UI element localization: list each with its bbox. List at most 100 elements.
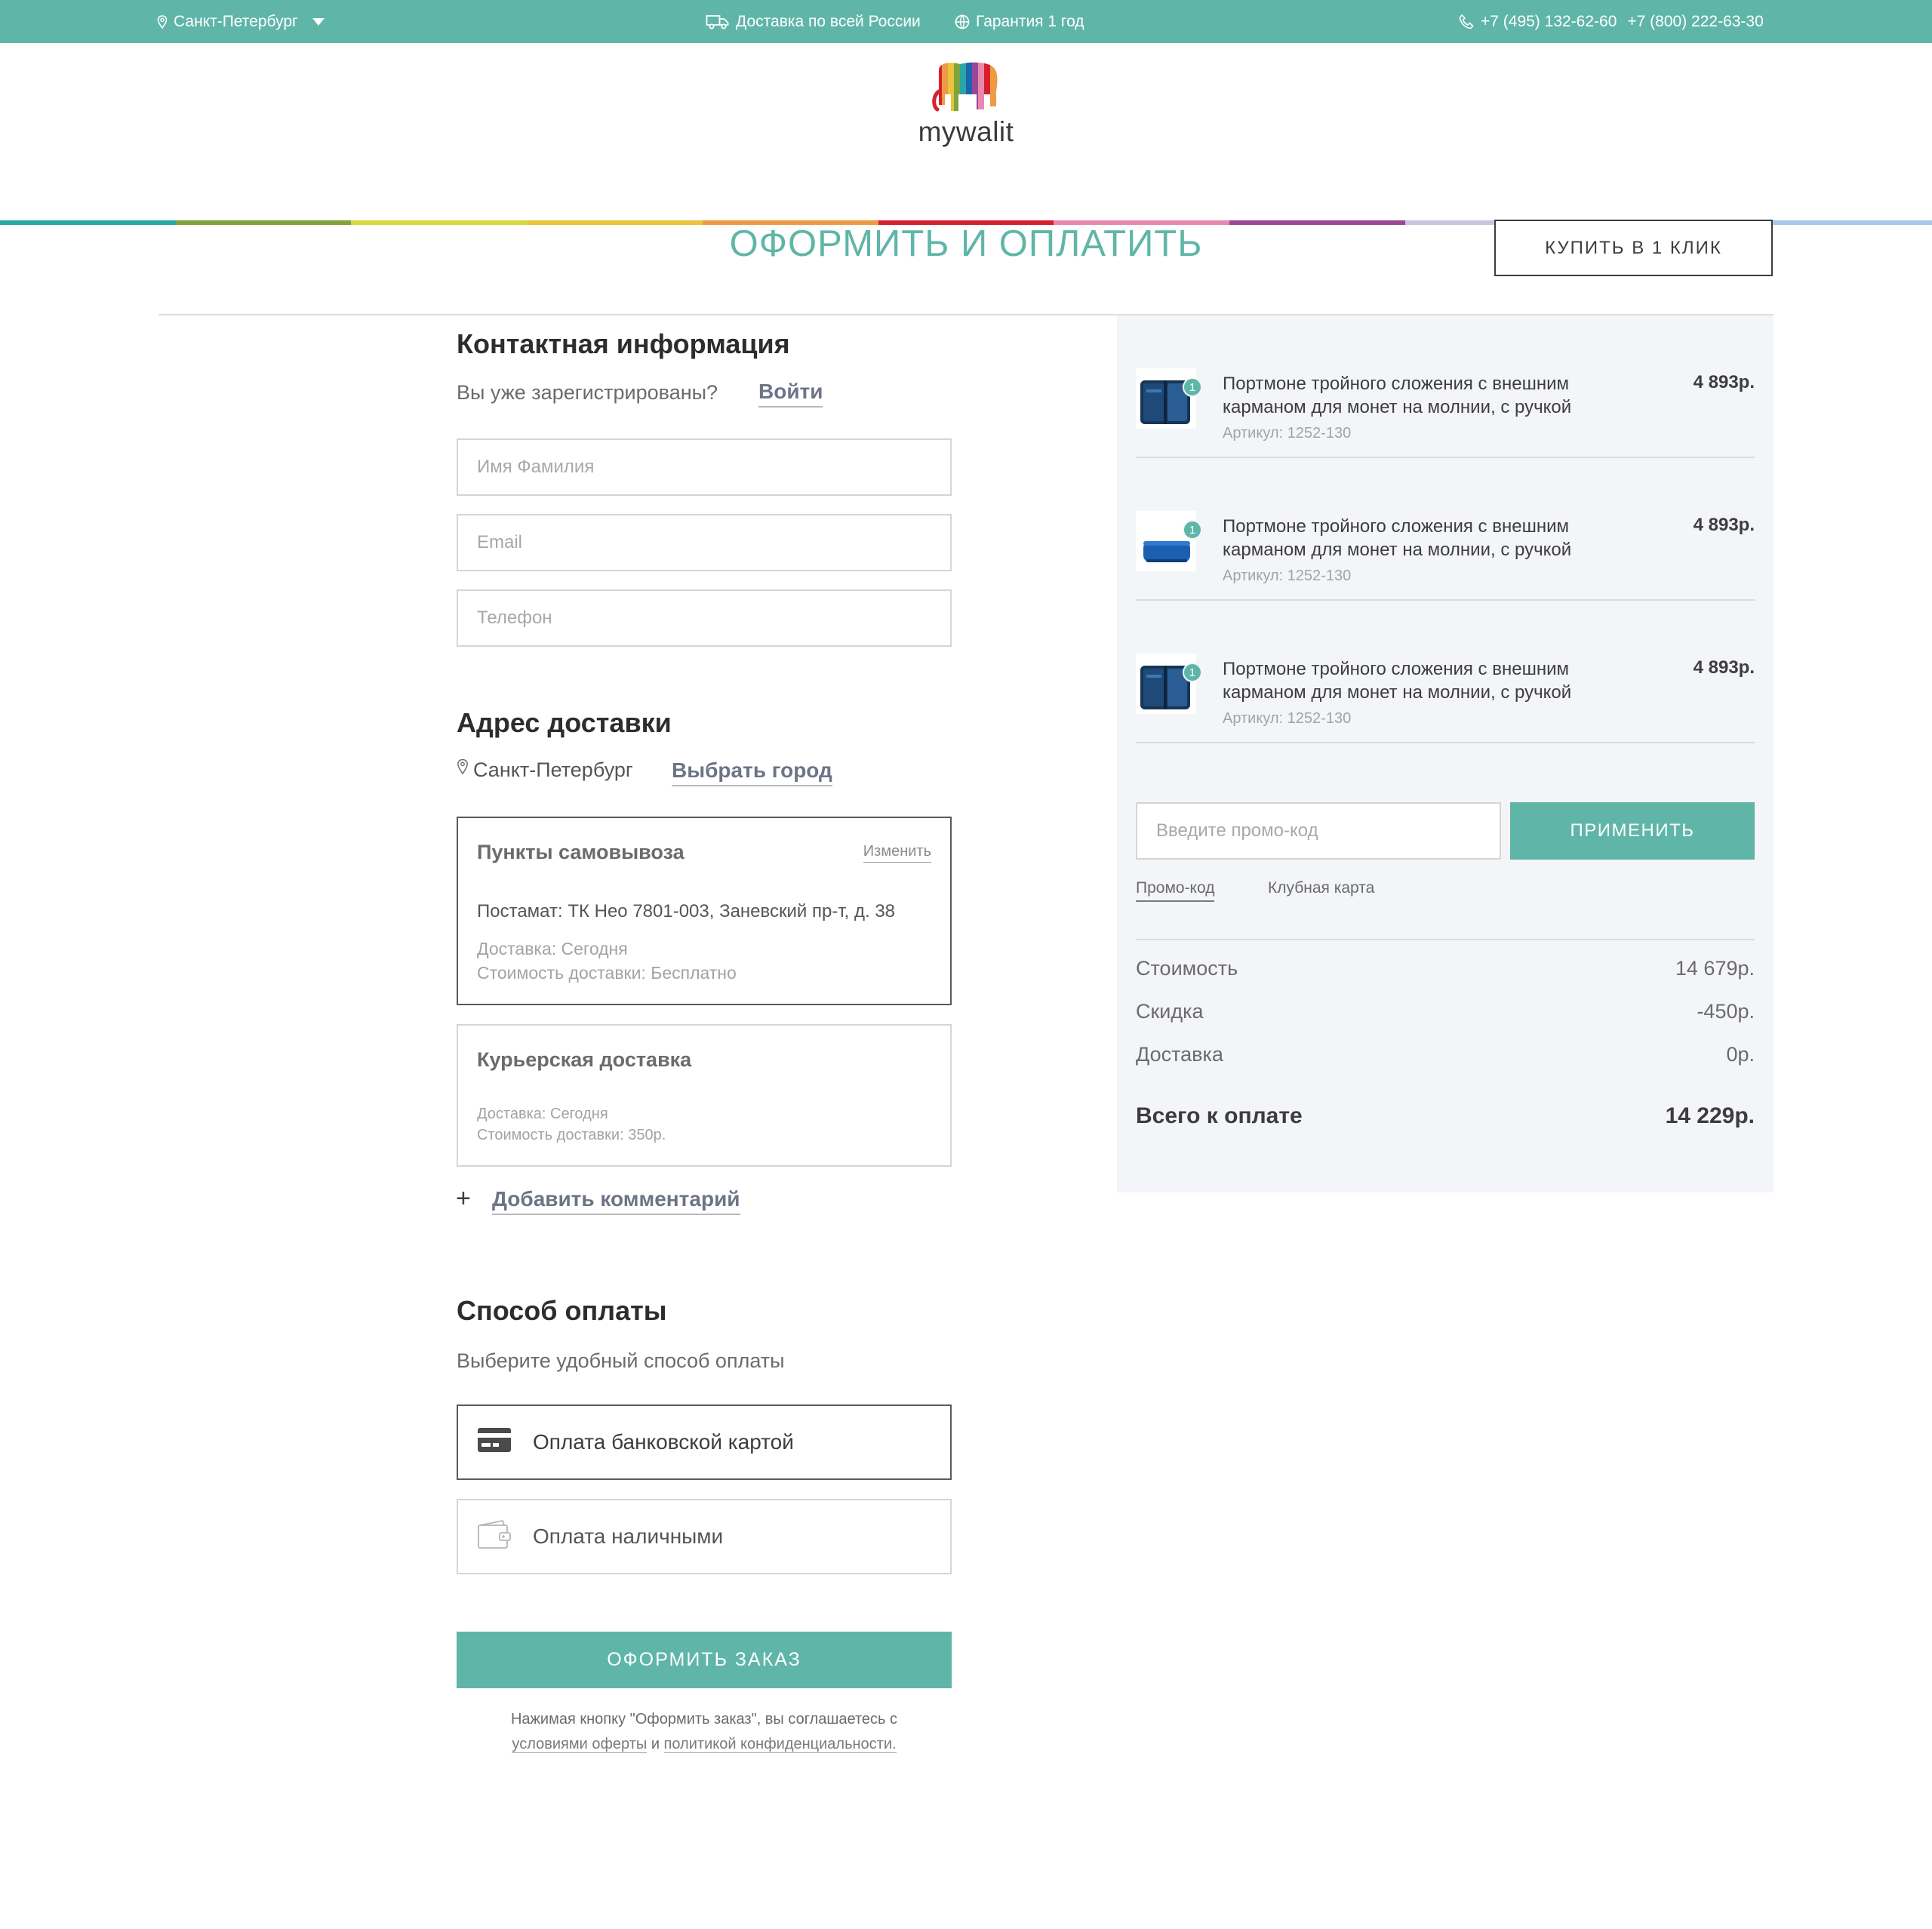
wallet-product-image[interactable]	[1136, 368, 1196, 429]
subtotal-label: Стоимость	[1136, 957, 1238, 980]
wallet-product-image[interactable]	[1136, 511, 1196, 571]
add-comment-link[interactable]: Добавить комментарий	[492, 1187, 740, 1215]
location-pin-icon	[457, 758, 469, 782]
name-placeholder: Имя Фамилия	[477, 457, 595, 477]
current-city-label: Санкт-Петербург	[473, 758, 633, 781]
product-name[interactable]: Портмоне тройного сложения с внешним кар…	[1223, 372, 1623, 419]
pickup-point: Постамат: ТК Нео 7801-003, Заневский пр-…	[477, 901, 896, 921]
legal-and: и	[651, 1736, 660, 1752]
courier-option[interactable]: Курьерская доставка Доставка: Сегодня Ст…	[457, 1024, 952, 1167]
summary-divider	[1136, 939, 1755, 940]
credit-card-icon	[477, 1426, 512, 1459]
top-bar: Санкт-Петербург Доставка по всей России …	[0, 0, 1932, 43]
tab-promo-code[interactable]: Промо-код	[1136, 879, 1215, 902]
discount-label: Скидка	[1136, 1000, 1204, 1023]
name-input[interactable]: Имя Фамилия	[457, 438, 952, 496]
phone-icon	[1458, 14, 1475, 30]
warranty-text: Гарантия 1 год	[976, 12, 1084, 30]
order-summary: 1 Портмоне тройного сложения с внешним к…	[1117, 315, 1774, 1192]
delivery-text: Доставка по всей России	[736, 12, 921, 30]
pickup-option[interactable]: Пункты самовывоза Изменить Постамат: ТК …	[457, 817, 952, 1005]
delivery-label: Доставка	[1136, 1043, 1223, 1066]
total-row: Всего к оплате 14 229р.	[1136, 1103, 1755, 1129]
stripe-segment	[0, 220, 176, 225]
logo[interactable]: mywalit	[906, 61, 1026, 152]
product-name[interactable]: Портмоне тройного сложения с внешним кар…	[1223, 657, 1623, 704]
phone-placeholder: Телефон	[477, 608, 552, 628]
truck-icon	[706, 14, 730, 29]
phone-2-link[interactable]: +7 (800) 222-63-30	[1627, 13, 1763, 31]
email-placeholder: Email	[477, 532, 523, 552]
phone-input[interactable]: Телефон	[457, 589, 952, 647]
registered-question: Вы уже зарегистрированы?	[457, 381, 718, 404]
login-link[interactable]: Войти	[758, 380, 823, 408]
product-price: 4 893р.	[1693, 372, 1755, 392]
pay-cash-option[interactable]: Оплата наличными	[457, 1499, 952, 1574]
delivery-value: 0р.	[1726, 1043, 1755, 1066]
subtotal-row: Стоимость 14 679р.	[1136, 957, 1755, 980]
product-article: Артикул: 1252-130	[1223, 710, 1352, 727]
legal-text: Нажимая кнопку "Оформить заказ", вы согл…	[510, 1711, 898, 1727]
product-price: 4 893р.	[1693, 515, 1755, 535]
discount-value: -450р.	[1697, 1000, 1755, 1023]
delivery-info: Доставка по всей России	[706, 0, 921, 43]
add-comment-wrap: Добавить комментарий	[492, 1187, 740, 1215]
place-order-button[interactable]: ОФОРМИТЬ ЗАКАЗ	[457, 1632, 952, 1688]
pay-card-option[interactable]: Оплата банковской картой	[457, 1404, 952, 1480]
apply-promo-button[interactable]: ПРИМЕНИТЬ	[1510, 802, 1755, 860]
discount-row: Скидка -450р.	[1136, 1000, 1755, 1023]
stripe-segment	[175, 220, 352, 225]
pickup-when: Доставка: Сегодня	[477, 939, 628, 958]
total-label: Всего к оплате	[1136, 1103, 1303, 1128]
delivery-row: Доставка 0р.	[1136, 1043, 1755, 1066]
pickup-title: Пункты самовывоза	[477, 841, 685, 863]
quantity-badge: 1	[1183, 377, 1202, 397]
choose-city-link[interactable]: Выбрать город	[672, 758, 832, 786]
promo-code-input[interactable]: Введите промо-код	[1136, 802, 1501, 860]
cart-item: 1 Портмоне тройного сложения с внешним к…	[1136, 601, 1755, 743]
location-pin-icon	[157, 14, 168, 29]
product-name[interactable]: Портмоне тройного сложения с внешним кар…	[1223, 515, 1623, 561]
address-heading: Адрес доставки	[457, 707, 672, 738]
city-label: Санкт-Петербург	[174, 12, 298, 30]
site-header: mywalit	[0, 43, 1932, 225]
total-value: 14 229р.	[1665, 1103, 1755, 1128]
payment-heading: Способ оплаты	[457, 1295, 667, 1326]
tab-club-card[interactable]: Клубная карта	[1268, 879, 1374, 897]
quantity-badge: 1	[1183, 520, 1202, 540]
payment-subtitle: Выберите удобный способ оплаты	[457, 1349, 785, 1372]
legal-note: Нажимая кнопку "Оформить заказ", вы согл…	[457, 1707, 952, 1757]
courier-cost: Стоимость доставки: 350р.	[477, 1127, 666, 1143]
elephant-logo-icon	[932, 62, 998, 112]
buy-one-click-button[interactable]: КУПИТЬ В 1 КЛИК	[1494, 220, 1773, 276]
promo-placeholder: Введите промо-код	[1156, 820, 1318, 841]
stripe-segment	[1756, 220, 1932, 225]
phone-1-link[interactable]: +7 (495) 132-62-60	[1481, 13, 1617, 31]
globe-icon	[955, 14, 970, 29]
pickup-cost: Стоимость доставки: Бесплатно	[477, 963, 737, 983]
plus-icon[interactable]: +	[456, 1183, 471, 1214]
pay-cash-label: Оплата наличными	[533, 1524, 724, 1548]
page-title: ОФОРМИТЬ И ОПЛАТИТЬ	[729, 223, 1203, 264]
product-article: Артикул: 1252-130	[1223, 425, 1352, 441]
stripe-segment	[351, 220, 528, 225]
city-selector[interactable]: Санкт-Петербург	[157, 0, 325, 43]
privacy-policy-link[interactable]: политикой конфиденциальности.	[663, 1736, 897, 1753]
legal-links: условиями оферты и политикой конфиденциа…	[457, 1732, 952, 1757]
cart-item: 1 Портмоне тройного сложения с внешним к…	[1136, 458, 1755, 601]
phones: +7 (495) 132-62-60 +7 (800) 222-63-30	[1458, 0, 1764, 43]
login-link-wrap: Войти	[758, 380, 823, 408]
email-input[interactable]: Email	[457, 514, 952, 571]
courier-title: Курьерская доставка	[477, 1048, 692, 1071]
change-pickup-link[interactable]: Изменить	[863, 843, 931, 863]
warranty-info: Гарантия 1 год	[955, 0, 1084, 43]
caret-down-icon	[312, 17, 325, 26]
courier-when: Доставка: Сегодня	[477, 1106, 608, 1122]
wallet-icon	[477, 1519, 512, 1555]
offer-terms-link[interactable]: условиями оферты	[512, 1736, 648, 1753]
cart-item: 1 Портмоне тройного сложения с внешним к…	[1136, 315, 1755, 458]
current-city: Санкт-Петербург	[457, 758, 633, 782]
product-article: Артикул: 1252-130	[1223, 568, 1352, 584]
wallet-product-image[interactable]	[1136, 654, 1196, 714]
choose-city-wrap: Выбрать город	[672, 758, 832, 786]
